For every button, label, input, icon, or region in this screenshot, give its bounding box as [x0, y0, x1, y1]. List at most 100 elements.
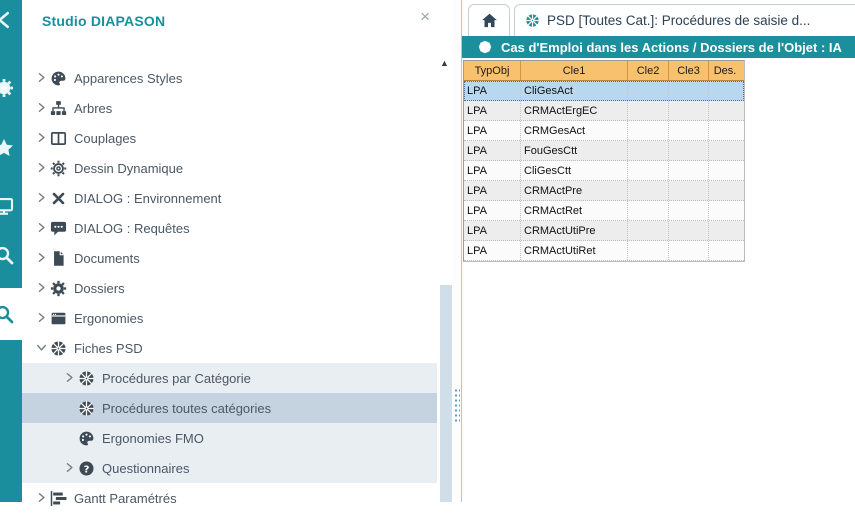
chat-icon: [50, 220, 67, 237]
column-header[interactable]: TypObj: [464, 61, 521, 80]
tab-home[interactable]: [468, 4, 510, 36]
cell-cle2: [628, 221, 669, 240]
sidebar-item-procedures-toutes-categories[interactable]: Procédures toutes catégories: [22, 393, 437, 423]
diapason-flower-icon: [78, 400, 95, 417]
table-row[interactable]: LPA CRMActUtiRet: [464, 241, 744, 261]
cell-des: [709, 101, 741, 120]
cell-cle2: [628, 121, 669, 140]
chevron-down-icon[interactable]: [32, 342, 50, 354]
document-icon: [50, 250, 67, 267]
scrollbar-thumb[interactable]: [440, 285, 452, 502]
cell-cle3: [669, 181, 709, 200]
gear-icon: [50, 280, 67, 297]
chevron-right-icon[interactable]: [32, 222, 50, 234]
chevron-right-icon[interactable]: [32, 282, 50, 294]
column-header[interactable]: Des.: [709, 61, 741, 80]
sidebar-item-documents[interactable]: Documents: [22, 243, 437, 273]
data-grid: TypObj Cle1 Cle2 Cle3 Des. LPA CliGesAct…: [463, 60, 745, 262]
panel-splitter[interactable]: [453, 0, 462, 502]
cell-des: [709, 201, 741, 220]
sidebar-item-dialog-requetes[interactable]: DIALOG : Requêtes: [22, 213, 437, 243]
sidebar-item-fiches-psd[interactable]: Fiches PSD: [22, 333, 437, 363]
gear-outline-icon: [50, 160, 67, 177]
table-row[interactable]: LPA CRMActRet: [464, 201, 744, 221]
cell-typobj: LPA: [464, 81, 521, 100]
sidebar-item-gantt-parametres[interactable]: Gantt Paramétrés: [22, 483, 437, 513]
cell-cle3: [669, 81, 709, 100]
sidebar-item-label: DIALOG : Environnement: [74, 191, 221, 206]
cell-typobj: LPA: [464, 221, 521, 240]
chevron-right-icon[interactable]: [60, 372, 78, 384]
sidebar-item-ergonomies-fmo[interactable]: Ergonomies FMO: [22, 423, 437, 453]
sidebar-title: Studio DIAPASON: [42, 13, 165, 29]
cell-cle1: CRMActUtiPre: [521, 221, 628, 240]
table-row[interactable]: LPA CliGesAct: [464, 81, 744, 101]
sidebar-item-apparences-styles[interactable]: Apparences Styles: [22, 63, 437, 93]
chevron-right-icon[interactable]: [32, 162, 50, 174]
chevron-right-icon[interactable]: [32, 252, 50, 264]
sidebar-item-label: Couplages: [74, 131, 136, 146]
cell-des: [709, 141, 741, 160]
splitter-grip-icon[interactable]: [454, 388, 460, 424]
cell-typobj: LPA: [464, 181, 521, 200]
cell-cle3: [669, 221, 709, 240]
search-icon[interactable]: [0, 245, 14, 265]
table-row[interactable]: LPA CliGesCtt: [464, 161, 744, 181]
cell-cle1: CRMActPre: [521, 181, 628, 200]
diapason-flower-icon: [525, 13, 540, 28]
cell-cle2: [628, 141, 669, 160]
gantt-icon: [50, 490, 67, 507]
chevron-right-icon[interactable]: [32, 312, 50, 324]
column-header[interactable]: Cle1: [521, 61, 628, 80]
close-icon[interactable]: ×: [420, 8, 430, 25]
table-row[interactable]: LPA CRMActUtiPre: [464, 221, 744, 241]
sidebar-item-dossiers[interactable]: Dossiers: [22, 273, 437, 303]
cell-typobj: LPA: [464, 201, 521, 220]
table-row[interactable]: LPA CRMActErgEC: [464, 101, 744, 121]
column-header[interactable]: Cle3: [669, 61, 709, 80]
column-header[interactable]: Cle2: [628, 61, 669, 80]
chevron-right-icon[interactable]: [32, 102, 50, 114]
active-toolbar-item[interactable]: [0, 288, 22, 340]
cell-typobj: LPA: [464, 101, 521, 120]
diapason-flower-icon: [78, 370, 95, 387]
collapse-left-icon[interactable]: [0, 10, 14, 30]
cell-des: [709, 181, 741, 200]
chevron-right-icon[interactable]: [32, 72, 50, 84]
columns-icon: [50, 130, 67, 147]
tab-label: PSD [Toutes Cat.]: Procédures de saisie …: [547, 13, 810, 28]
chevron-right-icon[interactable]: [60, 462, 78, 474]
left-toolbar: [0, 0, 22, 502]
sidebar-item-ergonomies[interactable]: Ergonomies: [22, 303, 437, 333]
sidebar-item-dialog-environnement[interactable]: DIALOG : Environnement: [22, 183, 437, 213]
monitor-icon[interactable]: [0, 196, 14, 216]
sidebar-item-label: Procédures toutes catégories: [102, 401, 271, 416]
table-row[interactable]: LPA CRMGesAct: [464, 121, 744, 141]
tab-psd-toutes-categories[interactable]: PSD [Toutes Cat.]: Procédures de saisie …: [514, 4, 855, 36]
cell-cle2: [628, 161, 669, 180]
cell-cle1: CliGesAct: [521, 81, 628, 100]
sidebar-item-arbres[interactable]: Arbres: [22, 93, 437, 123]
palette-icon: [50, 70, 67, 87]
cell-cle3: [669, 141, 709, 160]
cell-cle1: CRMGesAct: [521, 121, 628, 140]
star-icon[interactable]: [0, 138, 14, 158]
sidebar-item-dessin-dynamique[interactable]: Dessin Dynamique: [22, 153, 437, 183]
sidebar-item-couplages[interactable]: Couplages: [22, 123, 437, 153]
chevron-right-icon[interactable]: [32, 132, 50, 144]
chevron-right-icon[interactable]: [32, 192, 50, 204]
table-row[interactable]: LPA CRMActPre: [464, 181, 744, 201]
tree-icon: [50, 100, 67, 117]
home-icon: [481, 12, 498, 29]
gear-icon[interactable]: [0, 78, 14, 98]
tools-icon: [50, 190, 67, 207]
cell-cle1: CRMActErgEC: [521, 101, 628, 120]
scroll-up-arrow-icon[interactable]: ▲: [440, 58, 449, 68]
table-row[interactable]: LPA FouGesCtt: [464, 141, 744, 161]
chevron-right-icon[interactable]: [32, 492, 50, 504]
sidebar-item-label: Ergonomies: [74, 311, 143, 326]
sidebar-item-questionnaires[interactable]: Questionnaires: [22, 453, 437, 483]
sidebar-item-procedures-par-categorie[interactable]: Procédures par Catégorie: [22, 363, 437, 393]
sidebar-item-label: Documents: [74, 251, 140, 266]
cell-cle3: [669, 161, 709, 180]
